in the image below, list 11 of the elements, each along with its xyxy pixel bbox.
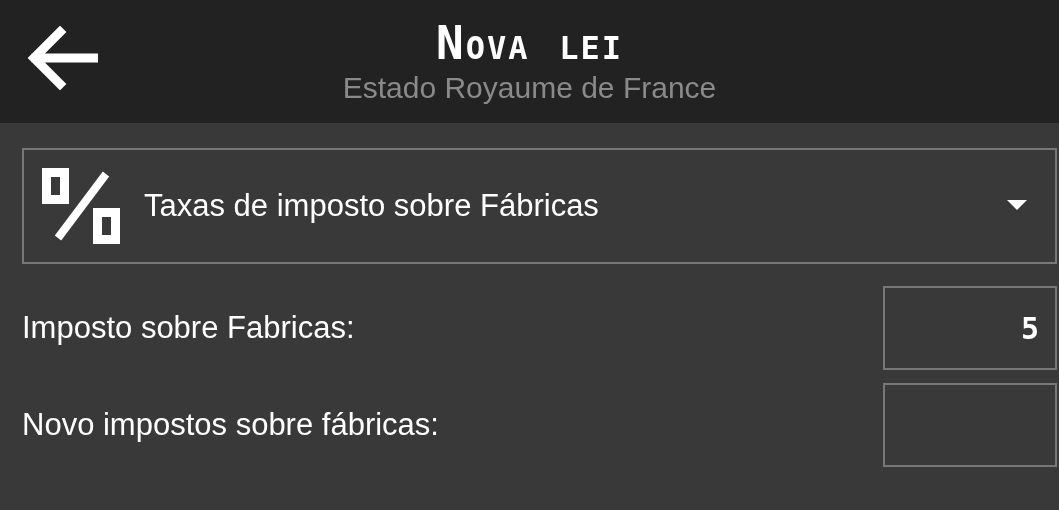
back-arrow-icon (26, 26, 98, 90)
field-label: Imposto sobre Fabricas: (22, 310, 355, 346)
number-field[interactable] (883, 383, 1057, 467)
page-subtitle: Estado Royaume de France (342, 69, 717, 106)
field-label: Novo impostos sobre fábricas: (22, 407, 439, 443)
percent-icon (42, 168, 122, 244)
caret-icon (1007, 200, 1027, 212)
back-button[interactable] (26, 26, 98, 90)
page-title: Nova lei (436, 16, 623, 69)
law-type-dropdown[interactable]: Taxas de imposto sobre Fábricas (22, 148, 1057, 264)
number-field[interactable]: 5 (883, 286, 1057, 370)
